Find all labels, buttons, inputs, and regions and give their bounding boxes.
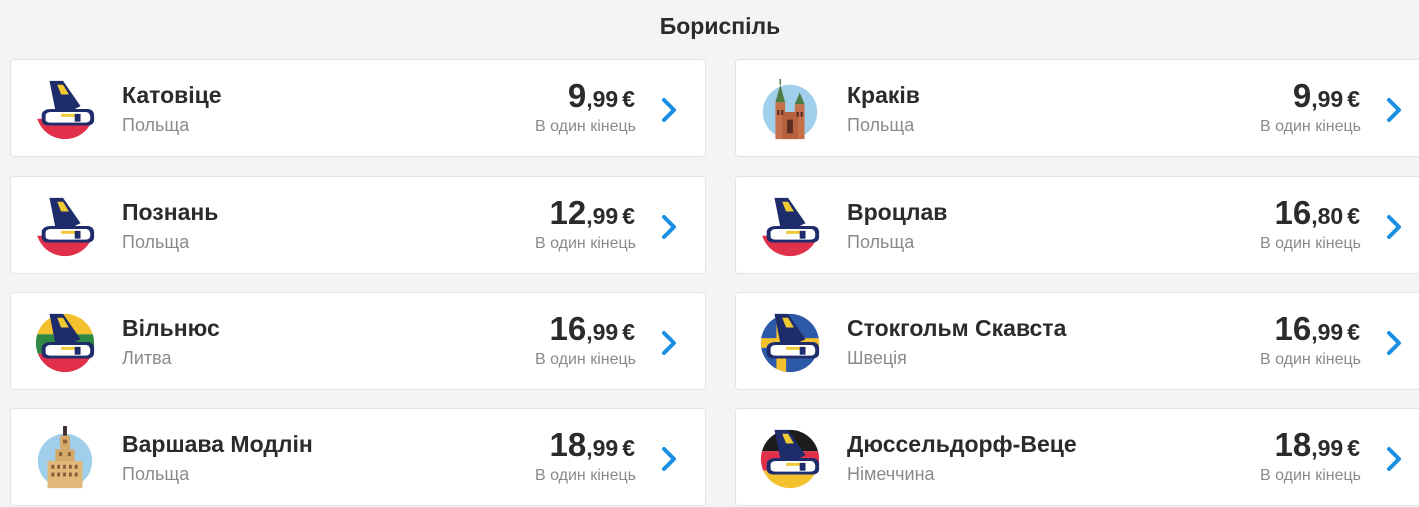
destination-card[interactable]: Варшава Модлін Польща 18,99 € В один кіне… [10, 408, 706, 506]
oneway-label: В один кінець [534, 467, 636, 484]
destination-city: Вроцлав [847, 199, 948, 225]
destination-card[interactable]: Краків Польща 9,99 € В один кінець [735, 59, 1419, 157]
price-cents: ,99 [586, 435, 619, 461]
price-cents: ,99 [586, 86, 619, 112]
destination-card[interactable]: Вроцлав Польща 16,80 € В один кінець [735, 176, 1419, 274]
price-cents: ,99 [1311, 319, 1344, 345]
price: 16,80 € [1275, 194, 1361, 232]
destination-card[interactable]: Катовіце Польща 9,99 € В один кінець [10, 59, 706, 157]
price-currency: € [1347, 319, 1360, 345]
price: 9,99 € [568, 77, 635, 115]
price-currency: € [622, 203, 635, 229]
chevron-right-icon[interactable] [1382, 445, 1406, 473]
chevron-right-icon[interactable] [657, 329, 681, 357]
price-currency: € [1347, 435, 1360, 461]
price-cents: ,99 [586, 203, 619, 229]
warsaw-palace-icon [37, 426, 93, 489]
oneway-label: В один кінець [534, 118, 636, 135]
destination-city: Вільнюс [122, 315, 220, 341]
destination-city: Стокгольм Скавста [847, 315, 1067, 341]
price-integer: 9 [567, 77, 587, 114]
chevron-right-icon[interactable] [1382, 96, 1406, 124]
price: 12,99 € [550, 194, 636, 232]
chevron-right-icon[interactable] [1382, 329, 1406, 357]
price-currency: € [1347, 203, 1360, 229]
oneway-label: В один кінець [534, 235, 636, 252]
price: 16,99 € [1275, 310, 1361, 348]
destination-country: Швеція [847, 348, 907, 368]
destination-card[interactable]: Вільнюс Литва 16,99 € В один кінець [10, 292, 706, 390]
destination-card[interactable]: Познань Польща 12,99 € В один кінець [10, 176, 706, 274]
destination-country: Польща [847, 115, 915, 135]
destination-country: Польща [122, 232, 190, 252]
destination-city: Варшава Модлін [122, 431, 313, 457]
price: 18,99 € [550, 426, 636, 464]
destination-country: Польща [122, 115, 190, 135]
price-currency: € [622, 319, 635, 345]
destination-country: Польща [122, 464, 190, 484]
price-integer: 18 [1274, 426, 1312, 463]
price: 18,99 € [1275, 426, 1361, 464]
destination-city: Катовіце [122, 82, 222, 108]
destination-card[interactable]: Стокгольм Скавста Швеція 16,99 € В один к… [735, 292, 1419, 390]
price-cents: ,99 [1311, 435, 1344, 461]
price-currency: € [622, 86, 635, 112]
oneway-label: В один кінець [534, 351, 636, 368]
destination-city: Дюссельдорф-Веце [847, 431, 1077, 457]
chevron-right-icon[interactable] [657, 445, 681, 473]
destination-city: Познань [122, 199, 219, 225]
price-integer: 18 [549, 426, 587, 463]
ryanair-tail-sweden-icon [758, 310, 822, 376]
page-title: Бориспіль [659, 13, 781, 39]
price-currency: € [1347, 86, 1360, 112]
destination-country: Литва [122, 348, 172, 368]
price-integer: 9 [1292, 77, 1312, 114]
ryanair-tail-germany-icon [758, 426, 822, 492]
oneway-label: В один кінець [1259, 351, 1361, 368]
price-integer: 12 [549, 194, 587, 231]
ryanair-tail-poland-icon [33, 194, 97, 260]
chevron-right-icon[interactable] [1382, 213, 1406, 241]
ryanair-tail-poland-icon [758, 194, 822, 260]
price: 16,99 € [550, 310, 636, 348]
price: 9,99 € [1293, 77, 1360, 115]
destination-card[interactable]: Дюссельдорф-Веце Німеччина 18,99 € В один… [735, 408, 1419, 506]
price-integer: 16 [549, 310, 587, 347]
oneway-label: В один кінець [1259, 118, 1361, 135]
price-integer: 16 [1274, 194, 1312, 231]
chevron-right-icon[interactable] [657, 96, 681, 124]
ryanair-tail-poland-icon [33, 77, 97, 143]
destination-country: Німеччина [847, 464, 935, 484]
oneway-label: В один кінець [1259, 235, 1361, 252]
krakow-landmark-icon [762, 78, 818, 140]
destination-country: Польща [847, 232, 915, 252]
oneway-label: В один кінець [1259, 467, 1361, 484]
price-currency: € [622, 435, 635, 461]
price-cents: ,99 [586, 319, 619, 345]
ryanair-tail-lithuania-icon [33, 310, 97, 376]
price-cents: ,80 [1311, 203, 1344, 229]
price-cents: ,99 [1311, 86, 1344, 112]
destination-city: Краків [847, 82, 920, 108]
chevron-right-icon[interactable] [657, 213, 681, 241]
price-integer: 16 [1274, 310, 1312, 347]
